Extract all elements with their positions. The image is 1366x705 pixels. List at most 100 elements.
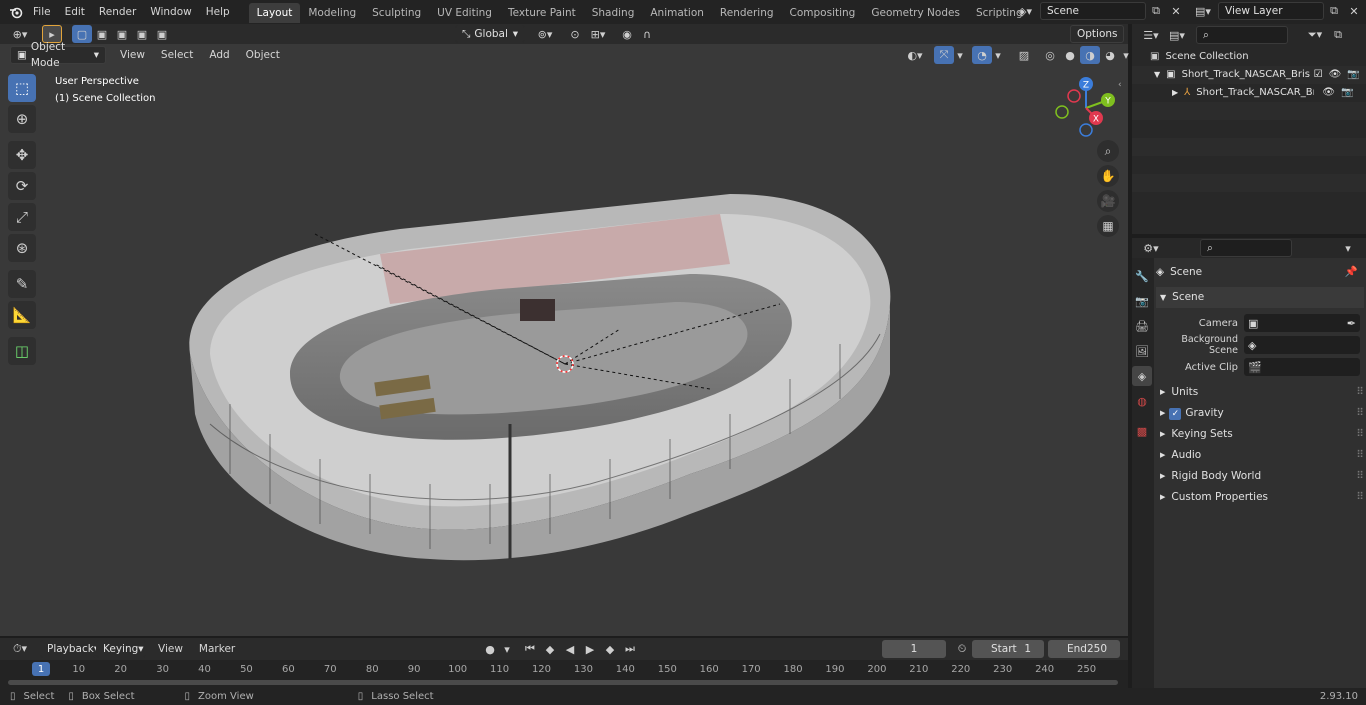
- cursor-tool[interactable]: ⊕: [8, 105, 36, 133]
- zoom-icon[interactable]: ⌕: [1097, 140, 1119, 162]
- pin-icon[interactable]: 📌: [1345, 262, 1358, 283]
- drag-handle-icon[interactable]: ⠿: [1356, 424, 1364, 445]
- panel-rigid-body-world[interactable]: ▶ Rigid Body World ⠿: [1156, 466, 1364, 487]
- timeline-menu-marker[interactable]: Marker: [191, 639, 243, 659]
- hand-pan-icon[interactable]: ✋: [1097, 165, 1119, 187]
- viewport-menu-select[interactable]: Select: [153, 45, 201, 65]
- rotate-tool[interactable]: ⟳: [8, 172, 36, 200]
- view-layer-field[interactable]: View Layer: [1218, 2, 1324, 20]
- camera-icon[interactable]: 📷: [1347, 66, 1359, 84]
- menu-file[interactable]: File: [26, 0, 58, 24]
- menu-window[interactable]: Window: [143, 0, 198, 24]
- panel-keying-sets[interactable]: ▶ Keying Sets ⠿: [1156, 424, 1364, 445]
- mode-dropdown[interactable]: ▣ Object Mode ▾: [10, 41, 106, 69]
- editor-type-icon[interactable]: ⊕▾: [6, 25, 34, 43]
- menu-edit[interactable]: Edit: [58, 0, 92, 24]
- panel-custom-properties[interactable]: ▶ Custom Properties ⠿: [1156, 487, 1364, 508]
- outliner-scene-collection[interactable]: ▣ Scene Collection: [1132, 48, 1366, 66]
- eye-icon[interactable]: 👁: [1322, 84, 1335, 102]
- snap-icon[interactable]: ⊙: [565, 25, 585, 43]
- gravity-checkbox[interactable]: ✓: [1169, 407, 1182, 420]
- tab-layout[interactable]: Layout: [248, 3, 301, 23]
- menu-render[interactable]: Render: [92, 0, 143, 24]
- outliner-item-collection[interactable]: ▼ ▣ Short_Track_NASCAR_Bristol_ ☑ 👁 📷: [1132, 66, 1366, 84]
- checkbox-icon[interactable]: ☑: [1314, 66, 1323, 84]
- shading-wireframe-icon[interactable]: ◎: [1040, 46, 1060, 64]
- select-box-tool[interactable]: ⬚: [8, 74, 36, 102]
- properties-editor-icon[interactable]: ⚙▾: [1138, 239, 1164, 257]
- world-tab-icon[interactable]: ◍: [1132, 391, 1152, 411]
- display-mode-icon[interactable]: ▤▾: [1164, 26, 1190, 44]
- tab-sculpting[interactable]: Sculpting: [364, 3, 429, 23]
- outliner-editor-icon[interactable]: ☰▾: [1138, 26, 1164, 44]
- output-tab-icon[interactable]: 🖨: [1132, 316, 1152, 336]
- proportional-edit-icon[interactable]: ◉: [617, 25, 637, 43]
- background-scene-field[interactable]: ◈: [1244, 336, 1360, 354]
- keying-dropdown[interactable]: Keying ▾: [96, 640, 146, 658]
- jump-start-icon[interactable]: ⏮: [520, 640, 540, 658]
- shading-material-icon[interactable]: ◑: [1080, 46, 1100, 64]
- stadium-model[interactable]: [170, 174, 910, 564]
- play-icon[interactable]: ▶: [580, 640, 600, 658]
- tool-tab-icon[interactable]: 🔧: [1132, 266, 1152, 286]
- eye-icon[interactable]: 👁: [1329, 66, 1342, 84]
- select-extend-icon[interactable]: ▣: [92, 25, 112, 43]
- menu-help[interactable]: Help: [199, 0, 237, 24]
- new-scene-icon[interactable]: ⧉: [1146, 2, 1166, 20]
- chevron-down-icon[interactable]: ▼: [1154, 66, 1160, 84]
- sidebar-toggle-icon[interactable]: ‹: [1118, 80, 1122, 90]
- tab-compositing[interactable]: Compositing: [782, 3, 864, 23]
- drag-handle-icon[interactable]: ⠿: [1356, 487, 1364, 508]
- scene-name-field[interactable]: Scene: [1040, 2, 1146, 20]
- options-dropdown[interactable]: Options: [1070, 25, 1124, 43]
- start-frame-field[interactable]: Start 1: [972, 640, 1044, 658]
- camera-view-icon[interactable]: 🎥: [1097, 190, 1119, 212]
- viewport-menu-object[interactable]: Object: [238, 45, 288, 65]
- drag-handle-icon[interactable]: ⠿: [1356, 466, 1364, 487]
- select-intersect-icon[interactable]: ▣: [152, 25, 172, 43]
- view-layer-icon[interactable]: ▤▾: [1190, 2, 1216, 20]
- gizmo-dropdown-icon[interactable]: ▾: [954, 46, 966, 64]
- timeline-menu-view[interactable]: View: [150, 639, 191, 659]
- timeline-ruler[interactable]: 1 10 20 30 40 50 60 70 80 90 100 110 120 130 140 150 160…: [0, 660, 1128, 688]
- tab-animation[interactable]: Animation: [642, 3, 712, 23]
- jump-end-icon[interactable]: ⏭: [620, 640, 640, 658]
- auto-keying-icon[interactable]: ●: [480, 640, 500, 658]
- falloff-icon[interactable]: ∩: [637, 25, 657, 43]
- pivot-point-icon[interactable]: ⊚▾: [531, 25, 559, 43]
- keying-set-icon[interactable]: ▾: [500, 640, 514, 658]
- outliner-search-input[interactable]: ⌕: [1196, 26, 1288, 44]
- view-layer-tab-icon[interactable]: 🖼: [1132, 341, 1152, 361]
- drag-handle-icon[interactable]: ⠿: [1356, 403, 1364, 424]
- eyedropper-icon[interactable]: ✒: [1347, 317, 1356, 330]
- preview-range-icon[interactable]: ⏲: [952, 640, 972, 658]
- play-reverse-icon[interactable]: ◀: [560, 640, 580, 658]
- panel-audio[interactable]: ▶ Audio ⠿: [1156, 445, 1364, 466]
- panel-units[interactable]: ▶ Units ⠿: [1156, 382, 1364, 403]
- current-frame-field[interactable]: 1: [882, 640, 946, 658]
- measure-tool[interactable]: 📐: [8, 301, 36, 329]
- viewport-menu-add[interactable]: Add: [201, 45, 237, 65]
- tab-rendering[interactable]: Rendering: [712, 3, 782, 23]
- 3d-viewport[interactable]: ⊕▾ ▸ ▢ ▣ ▣ ▣ ▣ ⤡ Global ▾ ⊚▾ ⊙ ⊞▾ ◉ ∩ Op…: [0, 24, 1129, 636]
- scale-tool[interactable]: ⤢: [8, 203, 36, 231]
- gizmo-toggle-icon[interactable]: ⤧: [934, 46, 954, 64]
- drag-handle-icon[interactable]: ⠿: [1356, 445, 1364, 466]
- navigation-gizmo[interactable]: Z Y X: [1050, 74, 1122, 140]
- overlays-toggle-icon[interactable]: ◔: [972, 46, 992, 64]
- texture-tab-icon[interactable]: ▩: [1132, 421, 1152, 441]
- visibility-icon[interactable]: ◐▾: [902, 46, 928, 64]
- properties-search-input[interactable]: ⌕: [1200, 239, 1292, 257]
- add-cube-tool[interactable]: ◫: [8, 337, 36, 365]
- new-collection-icon[interactable]: ⧉: [1328, 26, 1348, 44]
- render-tab-icon[interactable]: 📷: [1132, 291, 1152, 311]
- move-tool[interactable]: ✥: [8, 141, 36, 169]
- timeline-scrollbar[interactable]: [8, 680, 1118, 685]
- chevron-right-icon[interactable]: ▶: [1172, 84, 1178, 102]
- select-subtract-icon[interactable]: ▣: [112, 25, 132, 43]
- tab-geometry-nodes[interactable]: Geometry Nodes: [863, 3, 968, 23]
- shading-dropdown-icon[interactable]: ▾: [1120, 46, 1132, 64]
- snap-target-icon[interactable]: ⊞▾: [585, 25, 611, 43]
- active-clip-field[interactable]: 🎬: [1244, 358, 1360, 376]
- jump-keyframe-back-icon[interactable]: ◆: [540, 640, 560, 658]
